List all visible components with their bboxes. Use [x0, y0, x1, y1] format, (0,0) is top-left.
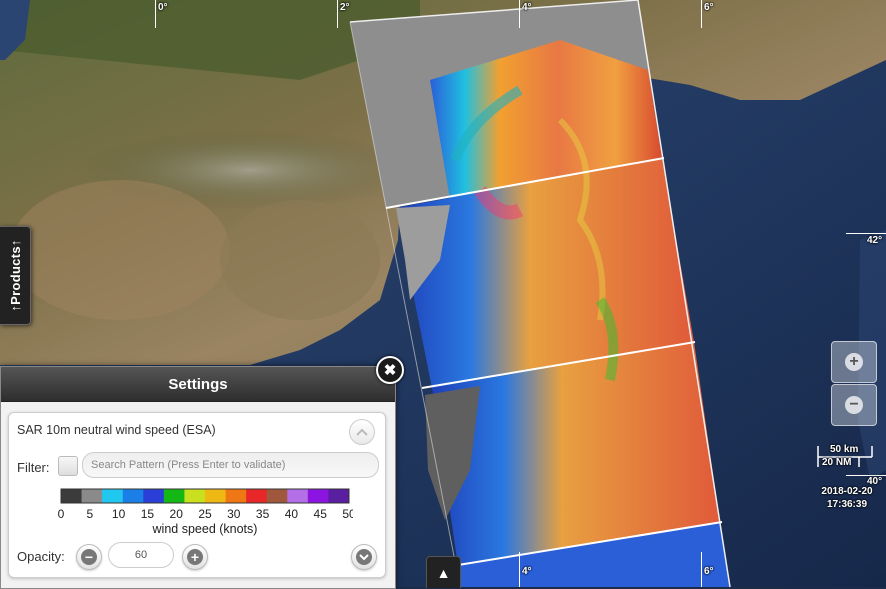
colorbar-swatch — [102, 489, 124, 503]
graticule-tick — [701, 0, 702, 28]
layer-title: SAR 10m neutral wind speed (ESA) — [17, 423, 216, 437]
colorbar-tick-label: 5 — [86, 507, 93, 521]
chevron-down-icon — [356, 549, 372, 565]
scale-km-label: 50 km — [830, 444, 859, 455]
colorbar-tick-label: 45 — [314, 507, 328, 521]
timestamp: 2018-02-20 17:36:39 — [812, 485, 882, 511]
scale-bar: 50 km 20 NM — [817, 443, 873, 469]
colorbar-tick-label: 30 — [227, 507, 241, 521]
settings-title: Settings — [168, 375, 228, 393]
longitude-label: 4° — [522, 2, 532, 13]
colorbar-tick-label: 20 — [170, 507, 184, 521]
graticule-tick — [519, 552, 520, 587]
products-tab[interactable]: ↑Products↑ — [0, 226, 31, 325]
colorbar-swatch — [61, 489, 83, 503]
opacity-increase-button[interactable]: + — [182, 544, 208, 570]
filter-checkbox[interactable] — [58, 456, 78, 476]
colorbar-swatch — [225, 489, 247, 503]
colorbar-legend: 0 5 10 15 20 25 30 35 40 45 50 wind speed (knots) — [58, 488, 353, 536]
colorbar-tick-label: 10 — [112, 507, 126, 521]
colorbar-tick-label: 50 — [342, 507, 353, 521]
colorbar-tick-label: 15 — [141, 507, 155, 521]
longitude-label: 6° — [704, 2, 714, 13]
zoom-in-button[interactable]: + — [831, 341, 877, 383]
zoom-in-icon: + — [845, 353, 863, 371]
colorbar-swatch — [266, 489, 288, 503]
colorbar-tick-label: 35 — [256, 507, 270, 521]
colorbar-swatch — [307, 489, 329, 503]
colorbar-swatch — [205, 489, 227, 503]
colorbar-tick-label: 0 — [58, 507, 65, 521]
collapse-button[interactable] — [349, 419, 375, 445]
settings-panel: Settings SAR 10m neutral wind speed (ESA… — [0, 366, 396, 589]
timestamp-time: 17:36:39 — [826, 499, 868, 510]
colorbar-swatch — [287, 489, 309, 503]
graticule-tick — [519, 0, 520, 28]
chevron-up-icon — [356, 428, 368, 436]
colorbar-swatch — [328, 489, 350, 503]
plus-icon: + — [187, 549, 203, 565]
zoom-out-icon: − — [845, 396, 863, 414]
latitude-label: 42° — [867, 235, 883, 246]
graticule-tick — [337, 0, 338, 28]
colorbar-tick-label: 25 — [198, 507, 212, 521]
graticule-tick — [155, 0, 156, 28]
timestamp-date: 2018-02-20 — [821, 486, 873, 497]
longitude-label: 4° — [522, 566, 532, 577]
scale-nm-label: 20 NM — [822, 457, 852, 468]
opacity-label: Opacity: — [17, 549, 65, 564]
timeline-toggle-button[interactable]: ▲ — [426, 556, 461, 588]
colorbar-swatch — [246, 489, 268, 503]
longitude-label: 2° — [340, 2, 350, 13]
close-icon: ✖ — [383, 361, 397, 379]
zoom-out-button[interactable]: − — [831, 384, 877, 426]
expand-details-button[interactable] — [351, 544, 377, 570]
colorbar-tick-label: 40 — [285, 507, 299, 521]
products-tab-label: ↑Products↑ — [7, 239, 23, 312]
longitude-label: 6° — [704, 566, 714, 577]
settings-header: Settings — [1, 367, 395, 402]
close-settings-button[interactable]: ✖ — [376, 356, 404, 384]
minus-icon: − — [81, 549, 97, 565]
colorbar-swatch — [163, 489, 185, 503]
colorbar-swatch — [184, 489, 206, 503]
graticule-tick — [846, 233, 886, 234]
graticule-tick — [701, 552, 702, 587]
arrow-up-icon: ▲ — [436, 564, 451, 581]
opacity-input[interactable] — [108, 542, 174, 568]
colorbar-label: wind speed (knots) — [152, 522, 258, 536]
longitude-label: 0° — [158, 2, 168, 13]
filter-label: Filter: — [17, 460, 50, 475]
layer-card: SAR 10m neutral wind speed (ESA) Filter:… — [8, 412, 386, 578]
colorbar-swatch — [143, 489, 165, 503]
opacity-decrease-button[interactable]: − — [76, 544, 102, 570]
colorbar-swatch — [122, 489, 144, 503]
filter-search-input[interactable] — [82, 452, 379, 478]
colorbar-swatch — [81, 489, 103, 503]
